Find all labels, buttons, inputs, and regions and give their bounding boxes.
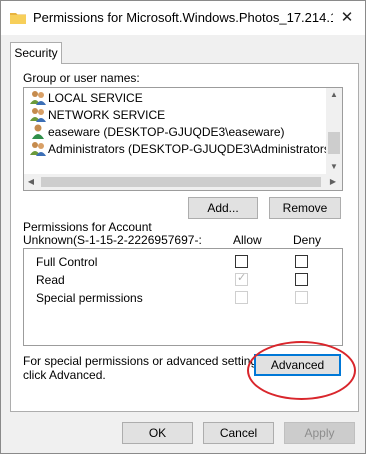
checkmark-icon: ✓ (237, 272, 247, 284)
group-users-icon (30, 91, 46, 105)
special-allow-checkbox (235, 291, 248, 304)
ok-button[interactable]: OK (122, 422, 193, 444)
permissions-dialog: Permissions for Microsoft.Windows.Photos… (0, 0, 366, 454)
user-name: Administrators (DESKTOP-GJUQDE3\Administ… (48, 142, 334, 156)
deny-column-header: Deny (293, 233, 322, 247)
user-name: easeware (DESKTOP-GJUQDE3\easeware) (48, 125, 285, 139)
scroll-thumb[interactable] (41, 177, 321, 187)
group-users-icon (30, 108, 46, 122)
list-item[interactable]: Administrators (DESKTOP-GJUQDE3\Administ… (30, 141, 334, 158)
group-user-list[interactable]: LOCAL SERVICE NETWORK SERVICE easeware (… (23, 87, 343, 191)
window-title: Permissions for Microsoft.Windows.Photos… (33, 10, 333, 25)
group-users-icon (30, 142, 46, 156)
permissions-list: Full Control Read ✓ Special permissions (23, 248, 343, 346)
permissions-heading: Permissions for Account (23, 220, 152, 234)
permission-name: Full Control (36, 255, 98, 269)
remove-button[interactable]: Remove (269, 197, 341, 219)
advanced-hint-line2: click Advanced. (23, 368, 106, 382)
list-item[interactable]: NETWORK SERVICE (30, 107, 165, 124)
scroll-thumb[interactable] (328, 132, 340, 154)
cancel-button[interactable]: Cancel (203, 422, 274, 444)
list-item[interactable]: easeware (DESKTOP-GJUQDE3\easeware) (30, 124, 285, 141)
scroll-right-icon[interactable]: ▶ (326, 177, 340, 186)
vertical-scrollbar[interactable]: ▲ ▼ (326, 88, 342, 174)
user-name: LOCAL SERVICE (48, 91, 143, 105)
scroll-left-icon[interactable]: ◀ (24, 177, 38, 186)
full-control-allow-checkbox[interactable] (235, 255, 248, 268)
special-deny-checkbox (295, 291, 308, 304)
apply-button[interactable]: Apply (284, 422, 355, 444)
full-control-deny-checkbox[interactable] (295, 255, 308, 268)
permissions-account: Unknown(S-1-15-2-2226957697-: (23, 233, 202, 247)
read-deny-checkbox[interactable] (295, 273, 308, 286)
advanced-hint-line1: For special permissions or advanced sett… (23, 354, 267, 368)
group-names-heading: Group or user names: (23, 71, 140, 85)
permission-name: Special permissions (36, 291, 143, 305)
allow-column-header: Allow (233, 233, 262, 247)
close-icon[interactable]: ✕ (334, 5, 360, 31)
user-name: NETWORK SERVICE (48, 108, 166, 122)
scroll-down-icon[interactable]: ▼ (326, 162, 342, 171)
folder-icon (10, 13, 26, 24)
horizontal-scrollbar[interactable]: ◀ ▶ (24, 174, 342, 190)
list-item[interactable]: LOCAL SERVICE (30, 90, 143, 107)
add-button[interactable]: Add... (188, 197, 258, 219)
user-icon (32, 124, 44, 139)
title-bar: Permissions for Microsoft.Windows.Photos… (1, 1, 365, 35)
read-allow-checkbox[interactable]: ✓ (235, 272, 248, 286)
tab-security[interactable]: Security (10, 42, 62, 64)
highlight-oval (247, 341, 356, 400)
permission-name: Read (36, 273, 65, 287)
scroll-up-icon[interactable]: ▲ (326, 90, 342, 99)
